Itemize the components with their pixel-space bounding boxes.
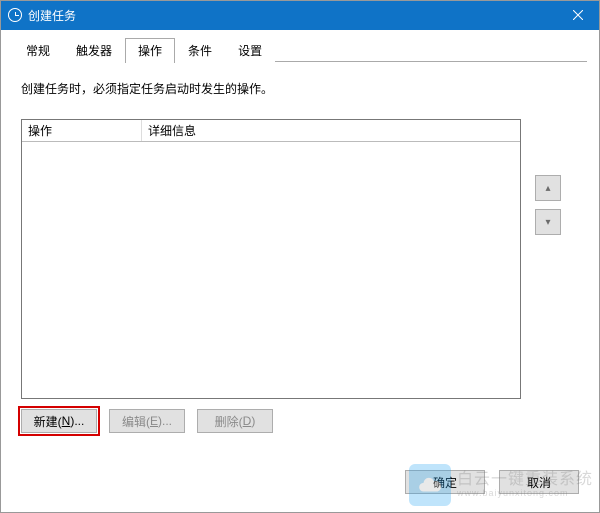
tab-settings[interactable]: 设置 xyxy=(225,38,275,62)
tab-triggers[interactable]: 触发器 xyxy=(63,38,125,62)
close-icon xyxy=(573,10,583,20)
client-area: 常规 触发器 操作 条件 设置 创建任务时，必须指定任务启动时发生的操作。 操作… xyxy=(1,30,599,512)
actions-pane: 创建任务时，必须指定任务启动时发生的操作。 操作 详细信息 ▴ ▾ 新建(N).… xyxy=(1,62,599,445)
reorder-buttons: ▴ ▾ xyxy=(535,175,561,235)
chevron-up-icon: ▴ xyxy=(545,183,550,194)
tab-strip: 常规 触发器 操作 条件 设置 xyxy=(1,30,599,62)
tab-actions[interactable]: 操作 xyxy=(125,38,175,63)
move-up-button[interactable]: ▴ xyxy=(535,175,561,201)
tab-general[interactable]: 常规 xyxy=(13,38,63,62)
actions-listview[interactable]: 操作 详细信息 xyxy=(21,119,521,399)
clock-icon xyxy=(8,8,22,22)
tab-conditions[interactable]: 条件 xyxy=(175,38,225,62)
close-button[interactable] xyxy=(555,0,600,30)
delete-button: 删除(D) xyxy=(197,409,273,433)
column-header-action[interactable]: 操作 xyxy=(22,120,142,141)
column-header-details[interactable]: 详细信息 xyxy=(142,120,520,141)
window-title: 创建任务 xyxy=(28,7,76,24)
action-buttons-row: 新建(N)... 编辑(E)... 删除(D) xyxy=(21,409,579,433)
listview-header: 操作 详细信息 xyxy=(22,120,520,142)
new-button[interactable]: 新建(N)... xyxy=(21,409,97,433)
titlebar: 创建任务 xyxy=(0,0,600,30)
ok-button[interactable]: 确定 xyxy=(405,470,485,494)
move-down-button[interactable]: ▾ xyxy=(535,209,561,235)
cancel-button[interactable]: 取消 xyxy=(499,470,579,494)
edit-button: 编辑(E)... xyxy=(109,409,185,433)
chevron-down-icon: ▾ xyxy=(545,217,550,228)
dialog-footer: 确定 取消 xyxy=(405,470,579,494)
instruction-text: 创建任务时，必须指定任务启动时发生的操作。 xyxy=(21,80,579,97)
